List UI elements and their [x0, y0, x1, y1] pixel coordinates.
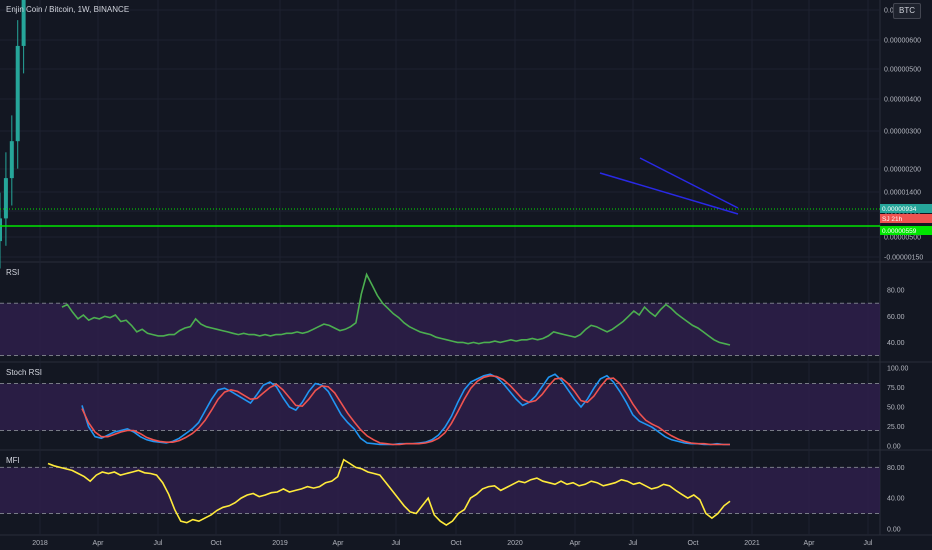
candle-body: [0, 218, 2, 242]
price-tick-label: -0.00000150: [884, 255, 923, 262]
chart-root: 2018 Apr Jul Oct 2019 Apr Jul Oct 2020 Apr Jul Oct 2…: [0, 0, 932, 550]
price-tick-label: 0.00001400: [884, 190, 921, 197]
x-tick-label: Oct: [211, 540, 222, 547]
price-tick-label: 0.00000500: [884, 67, 921, 74]
x-tick-label: 2019: [272, 540, 288, 547]
x-tick-label: 2021: [744, 540, 760, 547]
candle-body: [15, 45, 20, 142]
indicator-bands: [0, 302, 880, 514]
price-tick-label: 0.00000600: [884, 38, 921, 45]
x-tick-label: Apr: [93, 540, 105, 547]
symbol-title: Enjin Coin / Bitcoin, 1W, BINANCE: [6, 5, 129, 14]
currency-badge-label: BTC: [899, 6, 915, 15]
indicator-tick-label: 100.00: [887, 365, 909, 372]
currency-badge[interactable]: BTC: [893, 3, 921, 19]
indicator-band: [0, 383, 880, 431]
x-tick-label: Jul: [864, 540, 873, 547]
support-price-label: 0.00000559: [882, 228, 917, 235]
price-tick-label: 0.00000300: [884, 129, 921, 136]
x-tick-label: Jul: [154, 540, 163, 547]
chart-canvas[interactable]: 2018 Apr Jul Oct 2019 Apr Jul Oct 2020 Apr Jul Oct 2…: [0, 0, 932, 550]
rsi-title: RSI: [6, 268, 19, 277]
grid: [0, 0, 932, 536]
axes: 2018 Apr Jul Oct 2019 Apr Jul Oct 2020 Apr Jul Oct 2…: [32, 8, 932, 547]
wedge-upper-line: [639, 157, 739, 209]
current-price-label: 0.00000934: [882, 206, 917, 213]
price-tick-label: 0.00000200: [884, 167, 921, 174]
indicator-tick-label: 60.00: [887, 314, 905, 321]
indicator-band: [0, 303, 880, 356]
indicator-tick-label: 80.00: [887, 465, 905, 472]
price-tick-label: 0.00000500: [884, 235, 921, 242]
x-tick-label: Jul: [392, 540, 401, 547]
x-tick-label: Apr: [570, 540, 582, 547]
price-tick-label: 0.00000400: [884, 97, 921, 104]
indicator-band: [0, 467, 880, 514]
candle-body: [3, 178, 8, 219]
indicator-tick-label: 0.00: [887, 444, 901, 451]
x-tick-label: Apr: [804, 540, 816, 547]
countdown-label: SJ 21h: [882, 216, 903, 223]
stoch-rsi-title: Stoch RSI: [6, 368, 42, 377]
x-tick-label: 2018: [32, 540, 48, 547]
indicator-tick-label: 50.00: [887, 405, 905, 412]
indicator-tick-label: 0.00: [887, 526, 901, 533]
indicator-tick-label: 40.00: [887, 340, 905, 347]
mfi-title: MFI: [6, 456, 20, 465]
x-tick-label: Apr: [333, 540, 345, 547]
indicator-tick-label: 75.00: [887, 385, 905, 392]
x-tick-label: 2020: [507, 540, 523, 547]
candle-body: [9, 141, 14, 179]
indicator-tick-label: 80.00: [887, 288, 905, 295]
x-tick-label: Oct: [688, 540, 699, 547]
wedge-lower-line: [599, 172, 739, 215]
x-tick-label: Oct: [451, 540, 462, 547]
indicator-tick-label: 40.00: [887, 496, 905, 503]
x-tick-label: Jul: [629, 540, 638, 547]
indicator-tick-label: 25.00: [887, 424, 905, 431]
